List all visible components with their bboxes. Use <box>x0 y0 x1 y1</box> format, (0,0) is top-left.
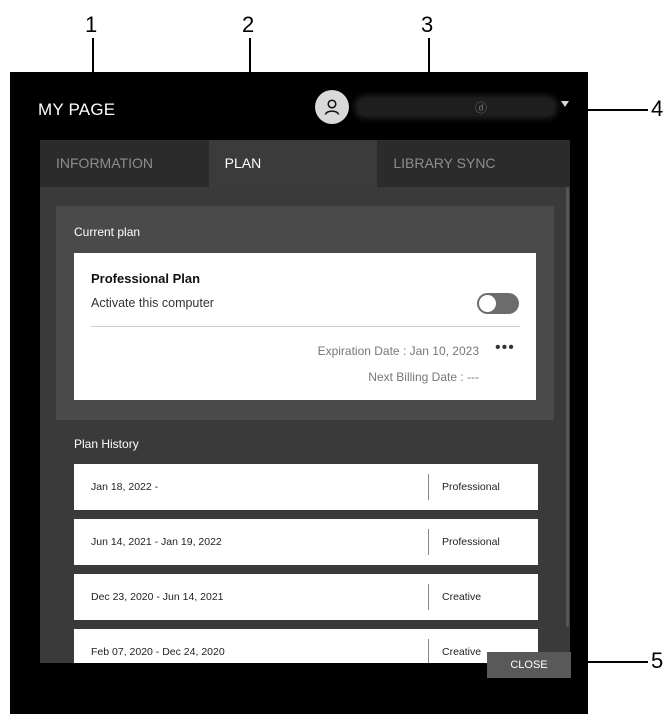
history-row: Feb 07, 2020 - Dec 24, 2020 Creative <box>74 629 538 663</box>
callout-2: 2 <box>242 12 255 37</box>
card-divider <box>91 326 520 327</box>
history-date: Feb 07, 2020 - Dec 24, 2020 <box>91 646 225 658</box>
toggle-knob <box>479 295 496 312</box>
plan-card: Professional Plan Activate this computer… <box>74 253 536 400</box>
page-title: MY PAGE <box>38 100 116 119</box>
content-scrollbar[interactable] <box>566 187 569 627</box>
account-dropdown-icon[interactable] <box>561 101 569 107</box>
tab-bar: INFORMATION PLAN LIBRARY SYNC <box>40 140 571 187</box>
history-plan: Professional <box>442 536 500 548</box>
history-row: Jun 14, 2021 - Jan 19, 2022 Professional <box>74 519 538 565</box>
activate-computer-label: Activate this computer <box>91 296 214 310</box>
callout-1: 1 <box>85 12 98 37</box>
current-plan-title: Current plan <box>74 225 141 239</box>
history-plan: Creative <box>442 591 482 603</box>
history-separator <box>428 529 429 555</box>
history-separator <box>428 474 429 500</box>
tab-information[interactable]: INFORMATION <box>40 140 209 187</box>
user-account-name[interactable]: ⓓ <box>357 98 555 116</box>
next-billing-date: Next Billing Date : --- <box>368 370 479 384</box>
close-button[interactable]: CLOSE <box>487 652 571 678</box>
callout-4: 4 <box>651 96 664 121</box>
avatar[interactable] <box>315 90 349 124</box>
tab-library-sync[interactable]: LIBRARY SYNC <box>377 140 571 187</box>
history-date: Jan 18, 2022 - <box>91 481 159 493</box>
history-row: Dec 23, 2020 - Jun 14, 2021 Creative <box>74 574 538 620</box>
plan-name: Professional Plan <box>91 271 201 286</box>
plan-content: Current plan Professional Plan Activate … <box>40 187 570 663</box>
history-date: Dec 23, 2020 - Jun 14, 2021 <box>91 591 224 603</box>
expiration-date: Expiration Date : Jan 10, 2023 <box>317 344 479 358</box>
activate-computer-toggle[interactable] <box>477 293 519 314</box>
current-plan-panel: Current plan Professional Plan Activate … <box>56 206 554 420</box>
callout-5: 5 <box>651 648 664 673</box>
history-separator <box>428 639 429 663</box>
user-icon <box>324 99 340 115</box>
history-row: Jan 18, 2022 - Professional <box>74 464 538 510</box>
plan-history-title: Plan History <box>74 437 139 451</box>
history-separator <box>428 584 429 610</box>
history-plan: Professional <box>442 481 500 493</box>
history-plan: Creative <box>442 646 482 658</box>
history-date: Jun 14, 2021 - Jan 19, 2022 <box>91 536 222 548</box>
more-options-icon[interactable]: ••• <box>495 339 515 357</box>
user-name-text: ⓓ <box>475 101 488 115</box>
tab-plan[interactable]: PLAN <box>208 140 378 187</box>
my-page-window: MY PAGE ⓓ INFORMATION PLAN LIBRARY SYNC … <box>10 72 588 714</box>
callout-3: 3 <box>421 12 434 37</box>
